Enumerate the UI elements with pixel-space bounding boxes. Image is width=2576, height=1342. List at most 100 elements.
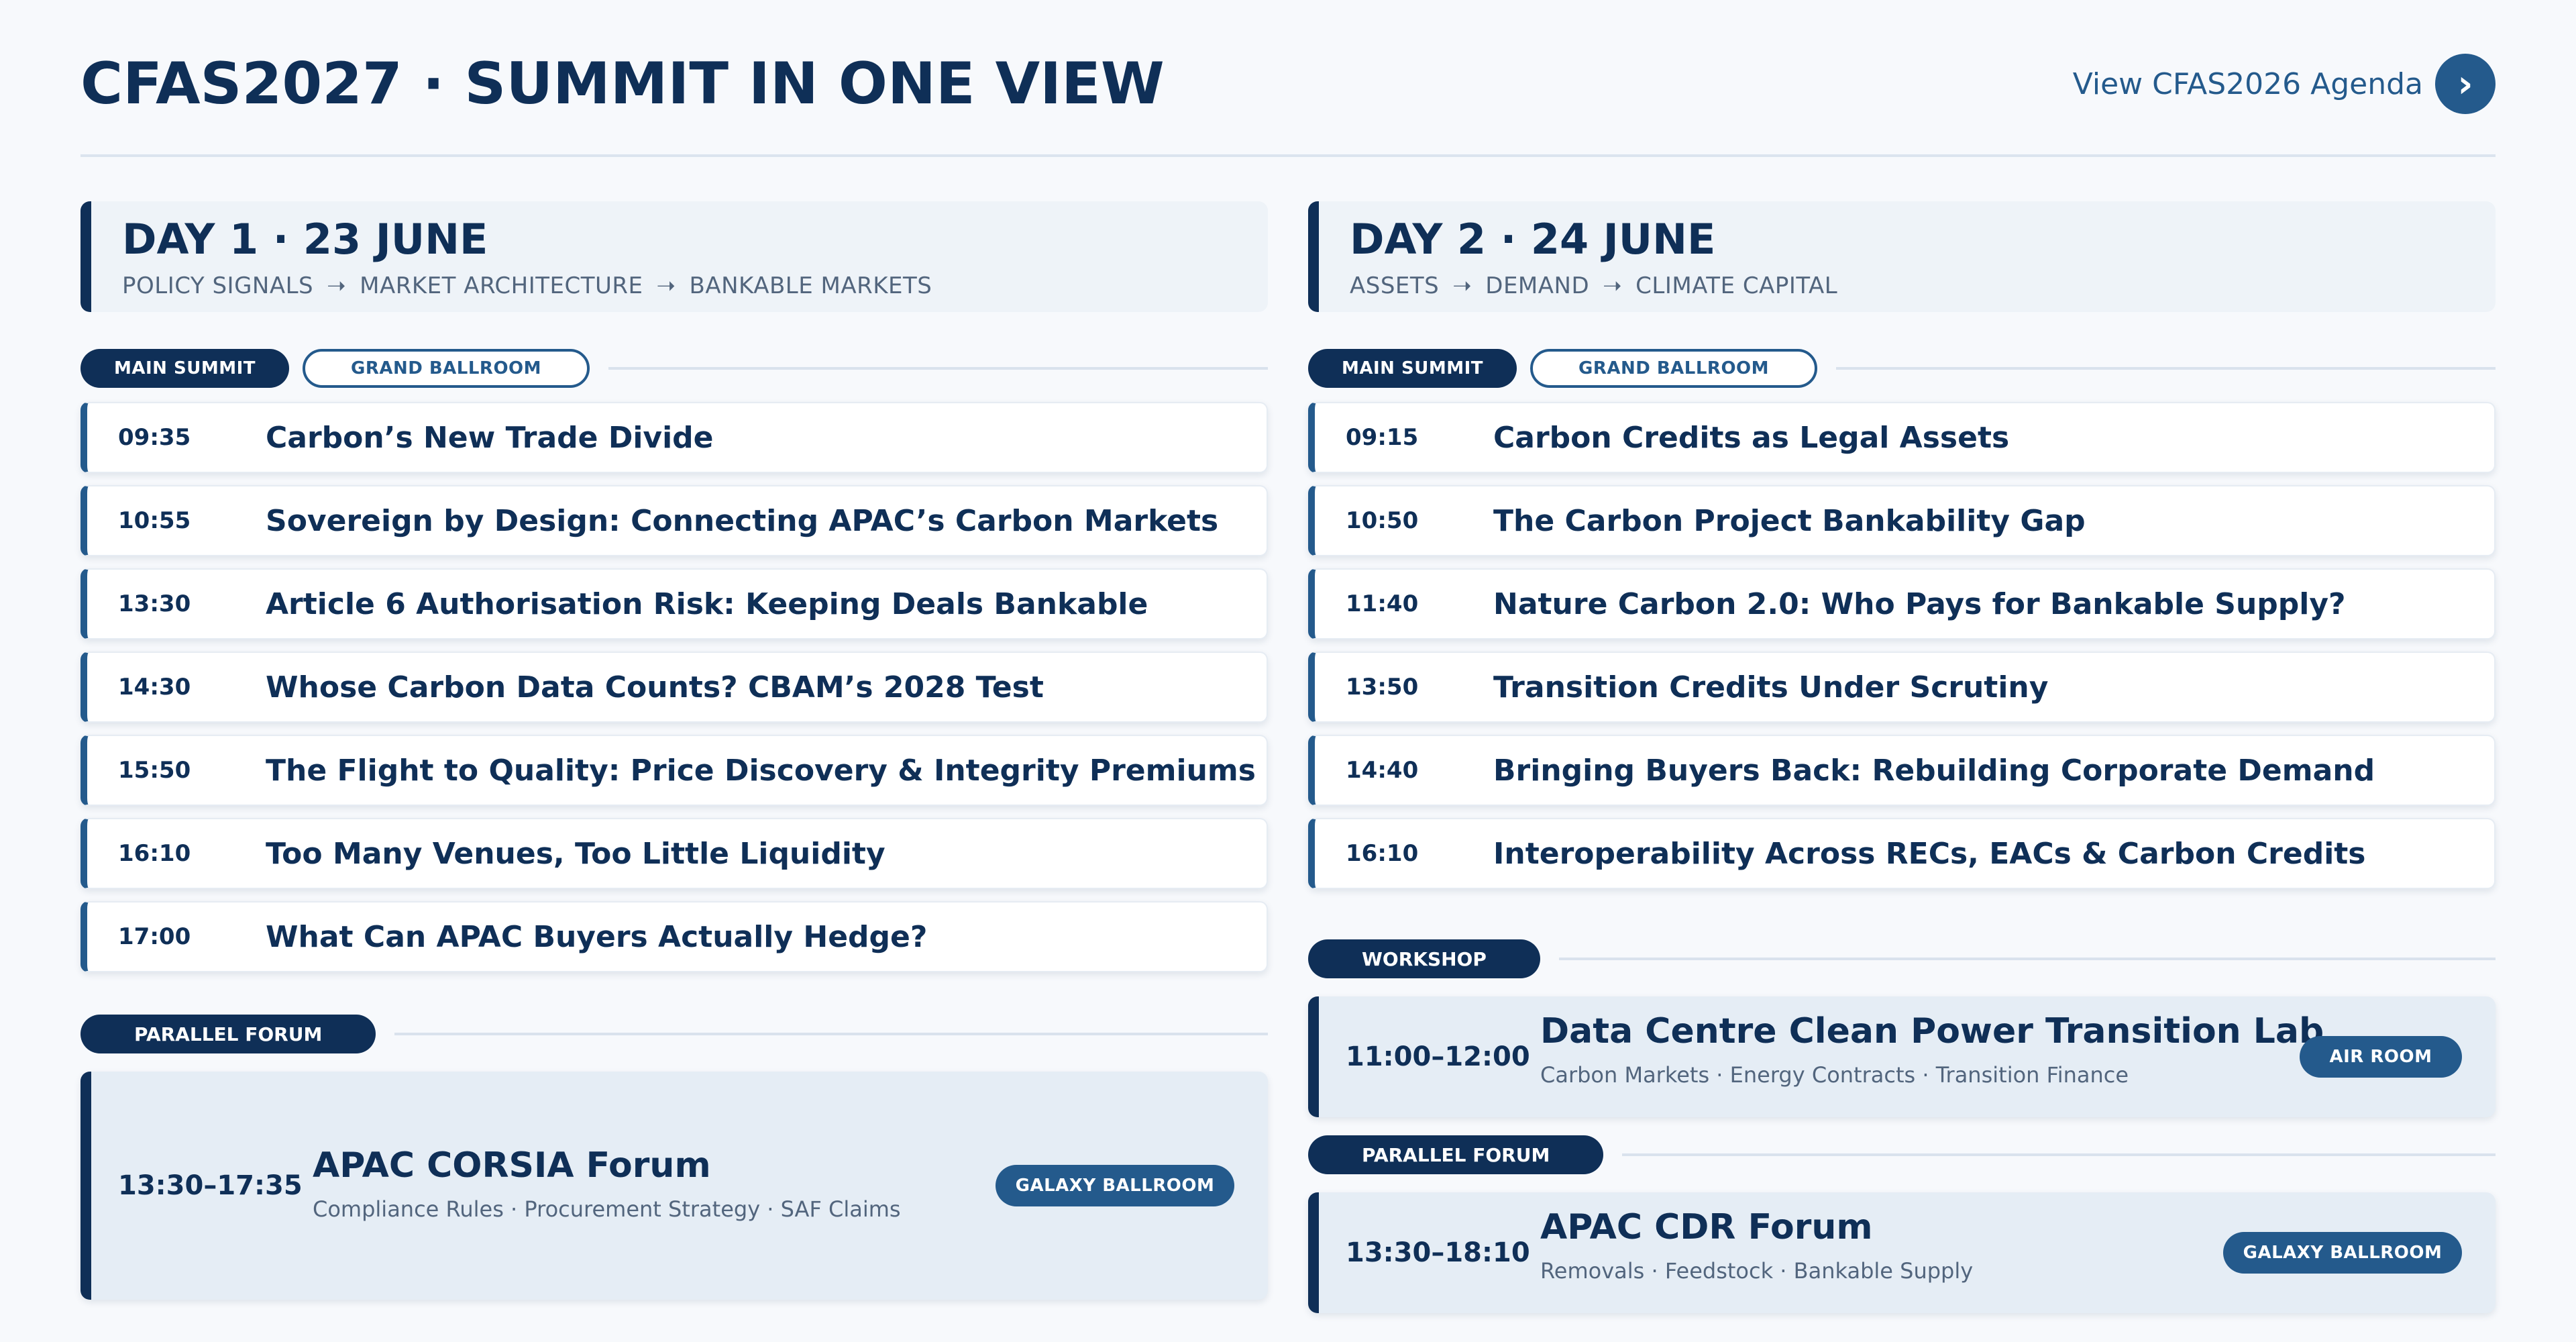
day1-session-list: 09:35 Carbon’s New Trade Divide 10:55 So… (80, 402, 1268, 972)
session-title: Carbon’s New Trade Divide (266, 420, 714, 455)
session-row[interactable]: 13:30 Article 6 Authorisation Risk: Keep… (80, 568, 1268, 639)
forum-divider (394, 1033, 1268, 1035)
day1-subtitle: POLICY SIGNALS ➝ MARKET ARCHITECTURE ➝ B… (122, 272, 1268, 299)
session-title: The Flight to Quality: Price Discovery &… (266, 753, 1256, 788)
session-time: 14:40 (1346, 757, 1419, 784)
session-title: Bringing Buyers Back: Rebuilding Corpora… (1493, 753, 2375, 788)
day1-column: DAY 1 · 23 JUNE POLICY SIGNALS ➝ MARKET … (80, 201, 1268, 1300)
galaxy-ballroom-badge: GALAXY BALLROOM (2223, 1232, 2462, 1274)
workshop-time: 11:00–12:00 (1346, 1041, 1530, 1072)
day2-main-summit-pill: MAIN SUMMIT (1308, 349, 1517, 388)
workshop-divider (1558, 958, 2496, 960)
session-row[interactable]: 17:00 What Can APAC Buyers Actually Hedg… (80, 901, 1268, 972)
session-title: Carbon Credits as Legal Assets (1493, 420, 2010, 455)
session-title: Interoperability Across RECs, EACs & Car… (1493, 836, 2366, 871)
arrow-right-icon: ➝ (327, 272, 347, 299)
day1-theme-2: MARKET ARCHITECTURE (360, 272, 643, 299)
session-row[interactable]: 16:10 Interoperability Across RECs, EACs… (1308, 818, 2496, 889)
session-row[interactable]: 13:50 Transition Credits Under Scrutiny (1308, 652, 2496, 723)
session-row[interactable]: 10:50 The Carbon Project Bankability Gap (1308, 485, 2496, 556)
air-room-badge: AIR ROOM (2300, 1036, 2462, 1078)
day2-tags-divider (1836, 367, 2496, 370)
day1-main-summit-pill: MAIN SUMMIT (80, 349, 289, 388)
forum-tags: Compliance Rules · Procurement Strategy … (313, 1196, 901, 1222)
session-title: What Can APAC Buyers Actually Hedge? (266, 919, 928, 954)
session-time: 14:30 (118, 674, 191, 701)
day2-forum-card[interactable]: 13:30–18:10 APAC CDR Forum Removals · Fe… (1308, 1192, 2496, 1313)
day2-workshop-card[interactable]: 11:00–12:00 Data Centre Clean Power Tran… (1308, 996, 2496, 1117)
forum-divider (1622, 1153, 2496, 1156)
session-time: 16:10 (1346, 840, 1419, 867)
arrow-right-icon: ➝ (1452, 272, 1472, 299)
session-row[interactable]: 14:40 Bringing Buyers Back: Rebuilding C… (1308, 735, 2496, 806)
session-title: Transition Credits Under Scrutiny (1493, 670, 2049, 705)
day2-workshop-label-row: WORKSHOP (1308, 937, 2496, 980)
session-time: 09:15 (1346, 424, 1419, 451)
day1-forum-card[interactable]: 13:30–17:35 APAC CORSIA Forum Compliance… (80, 1072, 1268, 1300)
day1-theme-1: POLICY SIGNALS (122, 272, 314, 299)
session-row[interactable]: 14:30 Whose Carbon Data Counts? CBAM’s 2… (80, 652, 1268, 723)
session-time: 13:30 (118, 590, 191, 617)
page-header: CFAS2027 · SUMMIT IN ONE VIEW View CFAS2… (80, 47, 2496, 121)
day1-theme-3: BANKABLE MARKETS (689, 272, 932, 299)
forum-details: APAC CORSIA Forum Compliance Rules · Pro… (313, 1145, 901, 1222)
session-time: 09:35 (118, 424, 191, 451)
day1-title: DAY 1 · 23 JUNE (122, 215, 488, 264)
session-row[interactable]: 09:35 Carbon’s New Trade Divide (80, 402, 1268, 473)
arrow-right-icon: ➝ (1603, 272, 1623, 299)
session-time: 15:50 (118, 757, 191, 784)
session-title: Too Many Venues, Too Little Liquidity (266, 836, 885, 871)
forum-time: 13:30–17:35 (118, 1170, 303, 1201)
session-row[interactable]: 11:40 Nature Carbon 2.0: Who Pays for Ba… (1308, 568, 2496, 639)
arrow-right-icon: ➝ (656, 272, 676, 299)
page-title: CFAS2027 · SUMMIT IN ONE VIEW (80, 50, 1165, 117)
view-agenda-link[interactable]: View CFAS2026 Agenda › (2073, 54, 2496, 114)
forum-tags: Removals · Feedstock · Bankable Supply (1540, 1258, 1974, 1284)
day2-theme-2: DEMAND (1485, 272, 1590, 299)
workshop-tags: Carbon Markets · Energy Contracts · Tran… (1540, 1062, 2129, 1088)
session-time: 11:40 (1346, 590, 1419, 617)
day2-title: DAY 2 · 24 JUNE (1350, 215, 1716, 264)
day2-subtitle: ASSETS ➝ DEMAND ➝ CLIMATE CAPITAL (1350, 272, 2496, 299)
session-title: The Carbon Project Bankability Gap (1493, 503, 2086, 538)
day2-tags-row: MAIN SUMMIT GRAND BALLROOM (1308, 347, 2496, 390)
day1-tags-row: MAIN SUMMIT GRAND BALLROOM (80, 347, 1268, 390)
galaxy-ballroom-badge: GALAXY BALLROOM (996, 1165, 1234, 1206)
day1-tags-divider (608, 367, 1268, 370)
forum-details: APAC CDR Forum Removals · Feedstock · Ba… (1540, 1207, 1973, 1284)
forum-title: APAC CORSIA Forum (313, 1145, 711, 1186)
day2-column: DAY 2 · 24 JUNE ASSETS ➝ DEMAND ➝ CLIMAT… (1308, 201, 2496, 1313)
day2-theme-1: ASSETS (1350, 272, 1440, 299)
workshop-pill: WORKSHOP (1308, 939, 1540, 978)
day1-grand-ballroom-pill: GRAND BALLROOM (302, 349, 590, 388)
session-time: 10:50 (1346, 507, 1419, 534)
session-title: Sovereign by Design: Connecting APAC’s C… (266, 503, 1219, 538)
day2-header-card: DAY 2 · 24 JUNE ASSETS ➝ DEMAND ➝ CLIMAT… (1308, 201, 2496, 312)
session-row[interactable]: 16:10 Too Many Venues, Too Little Liquid… (80, 818, 1268, 889)
session-title: Article 6 Authorisation Risk: Keeping De… (266, 586, 1148, 621)
day1-header-card: DAY 1 · 23 JUNE POLICY SIGNALS ➝ MARKET … (80, 201, 1268, 312)
session-time: 17:00 (118, 923, 191, 950)
forum-time: 13:30–18:10 (1346, 1237, 1530, 1268)
parallel-forum-pill: PARALLEL FORUM (1308, 1135, 1604, 1174)
parallel-forum-pill: PARALLEL FORUM (80, 1015, 376, 1053)
view-agenda-label: View CFAS2026 Agenda (2072, 66, 2423, 101)
session-time: 13:50 (1346, 674, 1419, 701)
session-time: 16:10 (118, 840, 191, 867)
forum-title: APAC CDR Forum (1540, 1207, 1873, 1247)
chevron-right-icon: › (2435, 54, 2496, 114)
session-time: 10:55 (118, 507, 191, 534)
session-title: Nature Carbon 2.0: Who Pays for Bankable… (1493, 586, 2346, 621)
workshop-details: Data Centre Clean Power Transition Lab C… (1540, 1011, 2324, 1088)
day2-theme-3: CLIMATE CAPITAL (1635, 272, 1838, 299)
header-divider (80, 154, 2496, 157)
day2-session-list: 09:15 Carbon Credits as Legal Assets 10:… (1308, 402, 2496, 889)
session-title: Whose Carbon Data Counts? CBAM’s 2028 Te… (266, 670, 1044, 705)
day1-forum-label-row: PARALLEL FORUM (80, 1013, 1268, 1055)
session-row[interactable]: 10:55 Sovereign by Design: Connecting AP… (80, 485, 1268, 556)
workshop-title: Data Centre Clean Power Transition Lab (1540, 1011, 2324, 1051)
session-row[interactable]: 09:15 Carbon Credits as Legal Assets (1308, 402, 2496, 473)
day2-grand-ballroom-pill: GRAND BALLROOM (1529, 349, 1818, 388)
day2-forum-label-row: PARALLEL FORUM (1308, 1133, 2496, 1176)
session-row[interactable]: 15:50 The Flight to Quality: Price Disco… (80, 735, 1268, 806)
